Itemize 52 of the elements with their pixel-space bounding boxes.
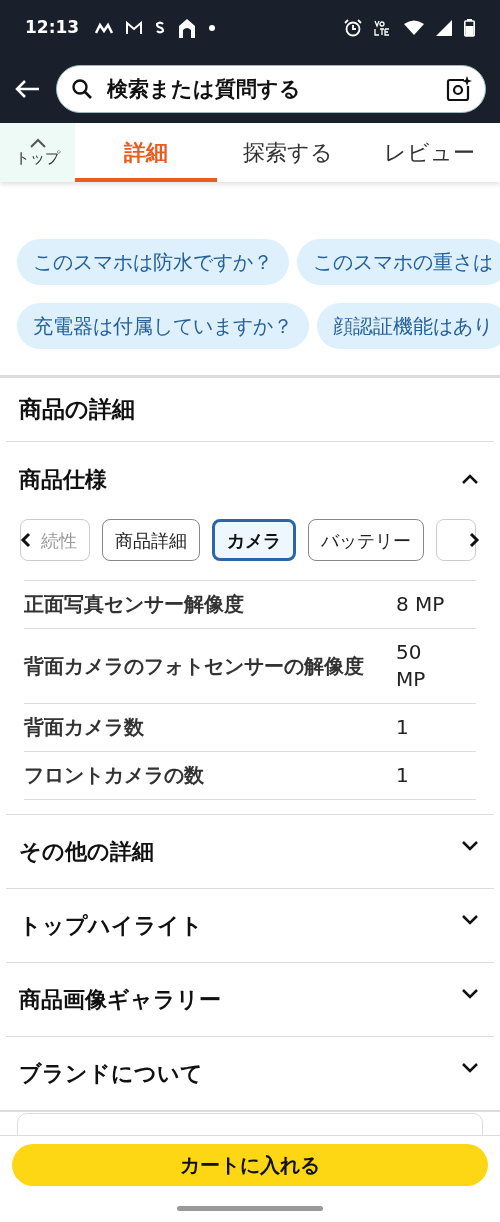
accordion-title: その他の詳細	[19, 838, 155, 866]
section-title: 商品の詳細	[19, 395, 135, 425]
accordion-title: ブランドについて	[19, 1060, 204, 1088]
spec-name: 背面カメラのフォトセンサーの解像度	[24, 652, 365, 680]
search-field[interactable]: 検索または質問する	[56, 65, 486, 113]
signal-icon	[436, 19, 452, 36]
tab[interactable]: 探索する	[217, 123, 359, 182]
accordion-title: 商品仕様	[19, 465, 108, 494]
chevron-down-icon	[461, 1062, 479, 1073]
dot-icon	[209, 24, 216, 31]
accordion-title: トップハイライト	[19, 912, 204, 940]
chevron-up-icon	[28, 137, 47, 148]
spec-name: 正面写真センサー解像度	[24, 591, 245, 618]
alarm-icon	[344, 18, 362, 37]
volte-icon	[374, 19, 392, 36]
filter-chip[interactable]: 商品詳細	[102, 519, 200, 561]
chevron-down-icon	[461, 914, 479, 925]
spec-value: 1	[396, 714, 410, 741]
spec-name: フロントカメラの数	[24, 762, 205, 789]
status-time: 12:13	[25, 15, 80, 39]
wifi-icon	[404, 20, 424, 35]
spec-value: 50 MP	[396, 639, 427, 693]
chevron-left-icon[interactable]	[20, 532, 32, 548]
chevron-down-icon	[461, 840, 479, 851]
filter-chip[interactable]	[436, 519, 476, 561]
accordion-header[interactable]: トップハイライト	[6, 889, 494, 963]
accordion-header[interactable]: その他の詳細	[6, 815, 494, 889]
accordion-title: 商品画像ギャラリー	[19, 986, 222, 1014]
spec-value: 8 MP	[396, 591, 446, 618]
back-arrow-icon[interactable]	[14, 79, 40, 99]
battery-icon	[464, 18, 475, 37]
search-icon	[72, 79, 92, 99]
chevron-right-icon[interactable]	[468, 532, 480, 548]
filter-chip[interactable]: バッテリー	[308, 519, 424, 561]
spec-header[interactable]: 商品仕様	[6, 442, 494, 516]
tab[interactable]: レビュー	[358, 123, 500, 182]
question-chip[interactable]: 顔認証機能はあり	[317, 303, 500, 349]
accordion-header[interactable]: 商品画像ギャラリー	[6, 963, 494, 1037]
s-icon	[155, 21, 166, 34]
spec-name: 背面カメラ数	[24, 714, 145, 741]
camera-icon[interactable]	[446, 76, 472, 102]
spec-value: 1	[396, 762, 410, 789]
question-chip[interactable]: このスマホは防水ですか？	[17, 239, 289, 285]
filter-chip[interactable]: カメラ	[212, 519, 296, 561]
question-chip[interactable]: 充電器は付属していますか？	[17, 303, 309, 349]
chevron-down-icon	[461, 988, 479, 999]
mail-icon	[125, 20, 144, 35]
back-to-top-button[interactable]: トップ	[0, 123, 75, 182]
home-icon	[177, 17, 198, 38]
mountain-icon	[95, 21, 114, 34]
question-chip[interactable]: このスマホの重さは	[297, 239, 500, 285]
add-to-cart-button[interactable]: カートに入れる	[12, 1144, 488, 1186]
